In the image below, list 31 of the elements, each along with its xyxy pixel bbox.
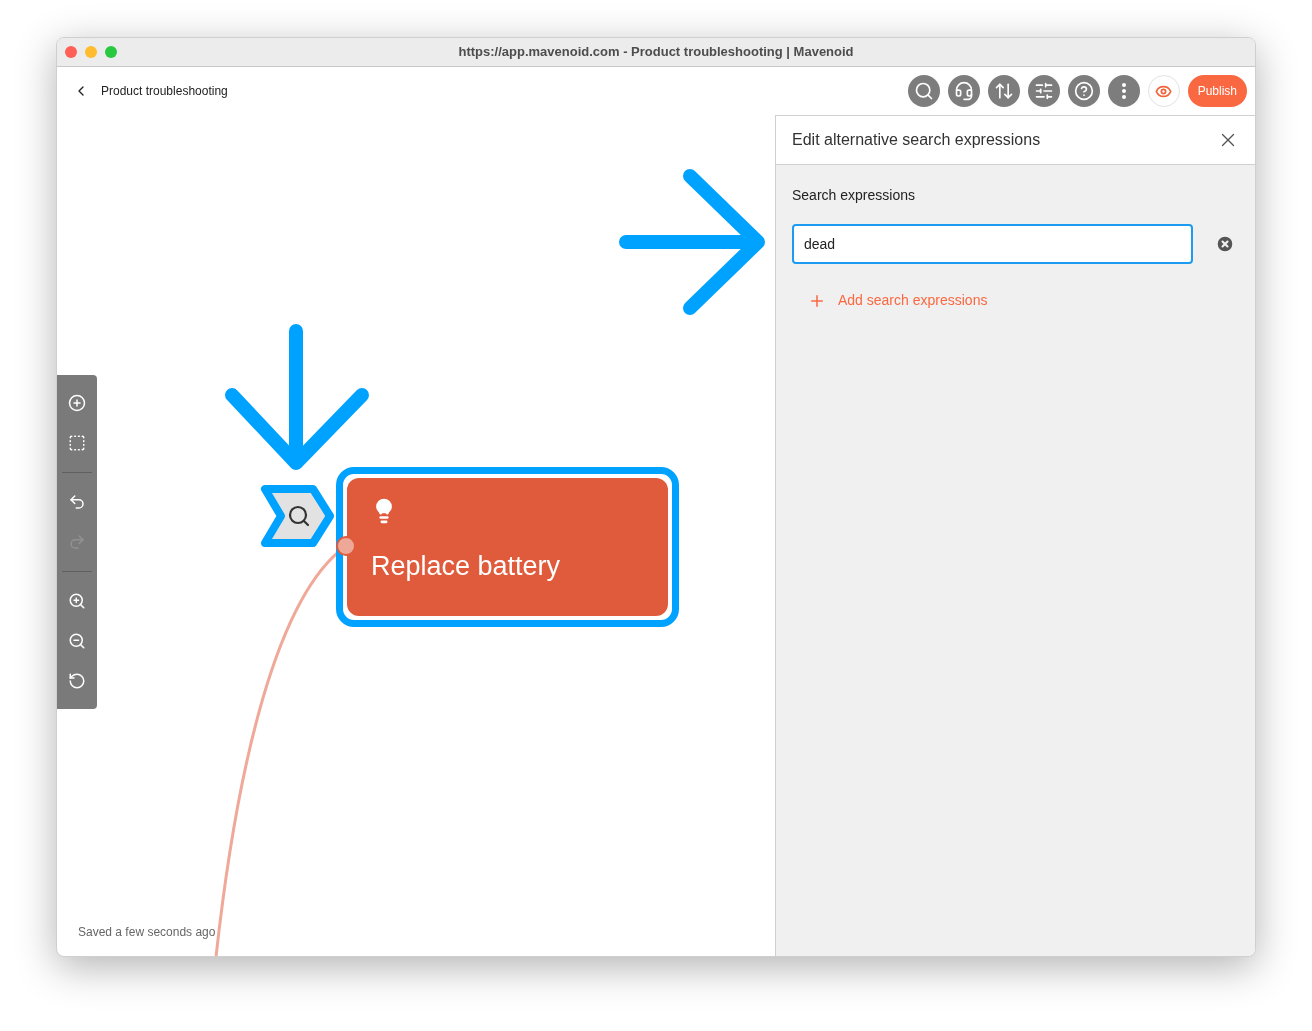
node-card[interactable]: Replace battery	[336, 467, 679, 627]
more-icon	[1121, 83, 1126, 99]
zoom-out-icon	[68, 632, 86, 650]
search-button[interactable]	[907, 75, 940, 107]
headset-button[interactable]	[947, 75, 980, 107]
add-icon	[68, 394, 86, 412]
sort-arrows-button[interactable]	[987, 75, 1020, 107]
window-title: https://app.mavenoid.com - Product troubleshooting | Mavenoid	[458, 43, 854, 62]
remove-button[interactable]	[1215, 234, 1235, 254]
publish-button[interactable]: Publish	[1187, 75, 1247, 107]
expression-field[interactable]: dead	[792, 224, 1193, 264]
help-icon	[1073, 81, 1094, 101]
search-icon	[287, 504, 311, 528]
help-button[interactable]	[1067, 75, 1100, 107]
preview-button[interactable]	[1147, 75, 1180, 107]
sort-arrows-icon	[993, 81, 1014, 101]
headset-icon	[953, 81, 974, 101]
undo-icon	[68, 493, 86, 511]
section-label: Search expressions	[792, 186, 916, 205]
sliders-button[interactable]	[1027, 75, 1060, 107]
search-icon	[913, 81, 934, 101]
more-button[interactable]	[1107, 75, 1140, 107]
zoom-reset-icon	[68, 672, 86, 690]
add-expression-link[interactable]: Add search expressions	[808, 290, 988, 311]
zoom-in-icon	[68, 592, 86, 610]
sliders-icon	[1033, 81, 1054, 101]
node-title: Replace battery	[371, 550, 562, 583]
panel-title: Edit alternative search expressions	[792, 130, 1041, 150]
select-area-icon	[68, 434, 86, 452]
remove-icon	[1215, 234, 1235, 254]
page-title: Product troubleshooting	[101, 83, 228, 100]
